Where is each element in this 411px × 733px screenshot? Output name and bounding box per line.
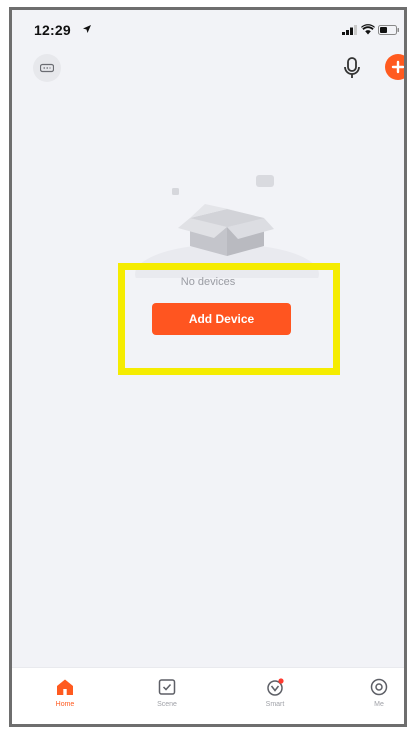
me-icon — [370, 678, 388, 696]
menu-icon — [40, 63, 54, 73]
tab-scene[interactable]: Scene — [132, 668, 202, 724]
location-arrow-icon — [83, 25, 91, 33]
scene-icon — [158, 679, 176, 695]
tab-me-label: Me — [374, 701, 384, 708]
empty-state-message: No devices — [180, 276, 236, 288]
add-device-button[interactable]: Add Device — [152, 303, 291, 335]
tab-smart-label: Smart — [265, 701, 285, 708]
bottom-nav: Home Scene Smart Me — [12, 667, 404, 724]
home-icon — [57, 679, 73, 695]
status-time: 12:29 — [34, 22, 71, 38]
plus-icon — [391, 60, 404, 74]
menu-button[interactable] — [33, 54, 61, 82]
tab-home[interactable]: Home — [30, 668, 100, 724]
signal-icon — [342, 25, 357, 35]
phone-screen: 12:29 No devices Add Device Home Scene S… — [9, 7, 407, 727]
wifi-icon — [361, 24, 375, 35]
tab-home-label: Home — [55, 701, 75, 708]
empty-box-icon — [135, 175, 319, 278]
tab-me[interactable]: Me — [344, 668, 404, 724]
smart-icon — [267, 678, 284, 696]
tab-smart[interactable]: Smart — [240, 668, 310, 724]
add-button[interactable] — [385, 54, 404, 80]
tab-scene-label: Scene — [157, 701, 177, 708]
status-bar: 12:29 — [12, 10, 404, 50]
battery-icon — [378, 25, 399, 35]
microphone-icon[interactable] — [340, 54, 364, 82]
